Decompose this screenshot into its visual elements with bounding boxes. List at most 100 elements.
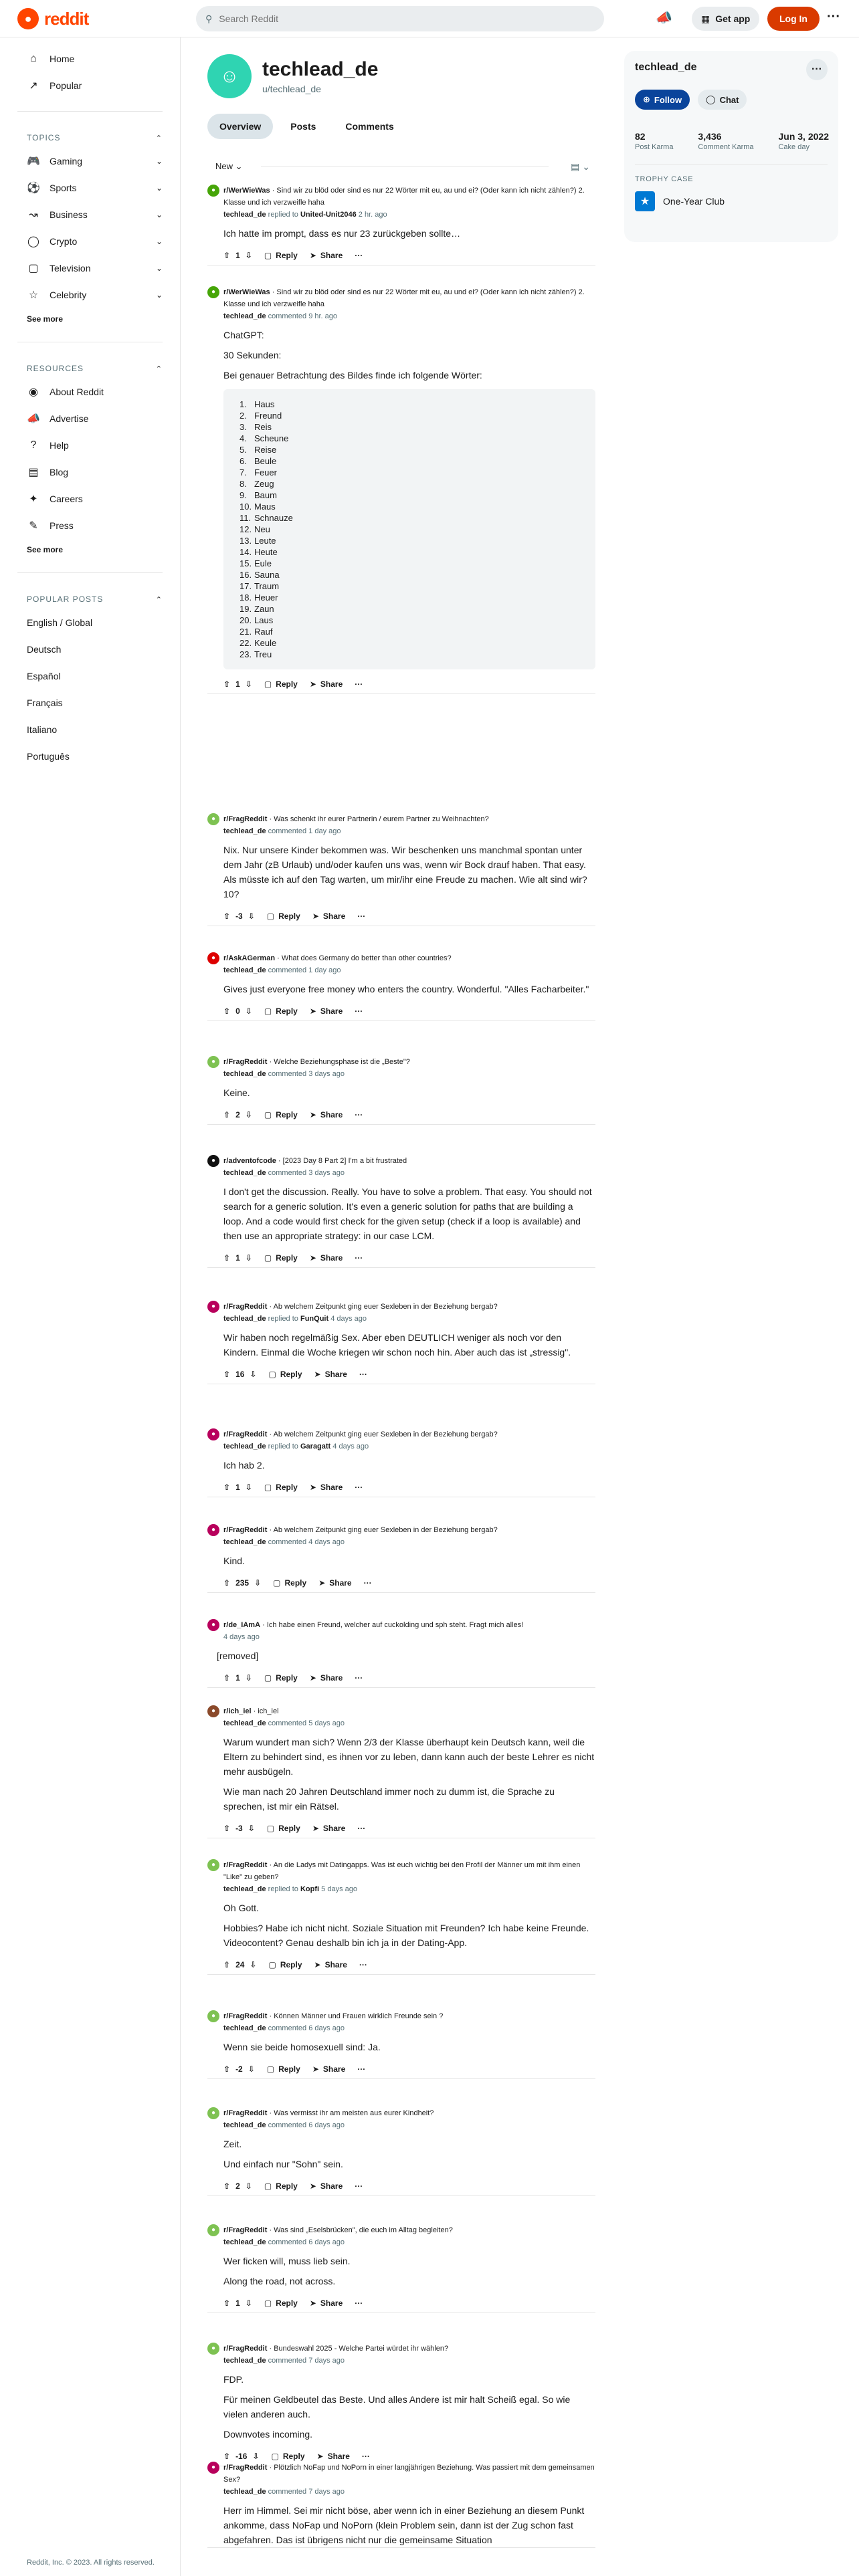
comment-card[interactable]: ● r/FragReddit · Bundeswahl 2025 - Welche… bbox=[207, 2343, 595, 2466]
post-title[interactable]: Plötzlich NoFap und NoPorn in einer lang… bbox=[223, 2464, 595, 2484]
share-button[interactable]: ➤ Share bbox=[310, 1253, 343, 1263]
comment-card[interactable]: ● r/FragReddit · Plötzlich NoFap und NoPo… bbox=[207, 2462, 595, 2548]
comment-author[interactable]: techlead_de bbox=[223, 312, 266, 320]
more-options-icon[interactable]: ··· bbox=[827, 9, 840, 25]
comment-card[interactable]: ● r/ich_iel · ich_iel techlead_de commente… bbox=[207, 1705, 595, 1838]
upvote-icon[interactable]: ⇧ bbox=[223, 1960, 230, 1969]
subreddit-link[interactable]: r/FragReddit bbox=[223, 1303, 267, 1311]
subreddit-link[interactable]: r/FragReddit bbox=[223, 1861, 267, 1869]
upvote-icon[interactable]: ⇧ bbox=[223, 251, 230, 260]
sidebar-item-home[interactable]: ⌂ Home bbox=[17, 45, 163, 72]
login-button[interactable]: Log In bbox=[767, 7, 820, 31]
popular-item-english[interactable]: English / Global bbox=[17, 609, 163, 636]
share-button[interactable]: ➤ Share bbox=[310, 251, 343, 260]
share-button[interactable]: ➤ Share bbox=[310, 1006, 343, 1016]
comment-author[interactable]: techlead_de bbox=[223, 1070, 266, 1078]
reply-button[interactable]: ▢ Reply bbox=[264, 2298, 298, 2308]
post-title[interactable]: Ich habe einen Freund, welcher auf cucko… bbox=[267, 1621, 523, 1629]
post-title[interactable]: Was schenkt ihr eurer Partnerin / eurem … bbox=[274, 815, 489, 823]
advertise-icon[interactable]: 📣 bbox=[656, 9, 672, 26]
post-title[interactable]: Welche Beziehungsphase ist die „Beste"? bbox=[274, 1058, 410, 1066]
comment-author[interactable]: techlead_de bbox=[223, 2488, 266, 2496]
sidebar-item-help[interactable]: ? Help bbox=[17, 432, 163, 459]
downvote-icon[interactable]: ⇩ bbox=[250, 1960, 256, 1969]
reply-button[interactable]: ▢ Reply bbox=[264, 1673, 298, 1683]
card-options-icon[interactable]: ··· bbox=[806, 59, 828, 80]
upvote-icon[interactable]: ⇧ bbox=[223, 2181, 230, 2191]
view-toggle-icon[interactable]: ▤ ⌄ bbox=[571, 161, 590, 173]
subreddit-link[interactable]: r/AskAGerman bbox=[223, 954, 275, 962]
popular-item-italiano[interactable]: Italiano bbox=[17, 716, 163, 743]
reply-button[interactable]: ▢ Reply bbox=[264, 1110, 298, 1119]
share-button[interactable]: ➤ Share bbox=[314, 1960, 347, 1969]
downvote-icon[interactable]: ⇩ bbox=[246, 679, 252, 689]
reply-button[interactable]: ▢ Reply bbox=[273, 1578, 306, 1588]
comment-card[interactable]: ● r/FragReddit · Ab welchem Zeitpunkt gin… bbox=[207, 1524, 595, 1593]
post-title[interactable]: Ab welchem Zeitpunkt ging euer Sexleben … bbox=[274, 1303, 498, 1311]
comment-author[interactable]: techlead_de bbox=[223, 2357, 266, 2365]
subreddit-link[interactable]: r/FragReddit bbox=[223, 2345, 267, 2353]
downvote-icon[interactable]: ⇩ bbox=[246, 2298, 252, 2308]
post-title[interactable]: ich_iel bbox=[258, 1707, 278, 1715]
subreddit-link[interactable]: r/FragReddit bbox=[223, 2012, 267, 2020]
comment-author[interactable]: techlead_de bbox=[223, 966, 266, 974]
downvote-icon[interactable]: ⇩ bbox=[246, 2181, 252, 2191]
comment-card[interactable]: ● r/FragReddit · An die Ladys mit Datinga… bbox=[207, 1859, 595, 1975]
reply-button[interactable]: ▢ Reply bbox=[268, 1960, 302, 1969]
reply-button[interactable]: ▢ Reply bbox=[264, 1483, 298, 1492]
sidebar-item-advertise[interactable]: 📣 Advertise bbox=[17, 405, 163, 432]
comment-card[interactable]: ● r/WerWieWas · Sind wir zu blöd oder sin… bbox=[207, 286, 595, 694]
comment-card[interactable]: ● r/AskAGerman · What does Germany do bet… bbox=[207, 952, 595, 1021]
upvote-icon[interactable]: ⇧ bbox=[223, 1370, 230, 1379]
subreddit-link[interactable]: r/FragReddit bbox=[223, 815, 267, 823]
downvote-icon[interactable]: ⇩ bbox=[246, 1673, 252, 1683]
subreddit-link[interactable]: r/FragReddit bbox=[223, 1058, 267, 1066]
sidebar-item-sports[interactable]: ⚽ Sports ⌄ bbox=[17, 175, 163, 201]
reply-button[interactable]: ▢ Reply bbox=[267, 1824, 300, 1833]
share-button[interactable]: ➤ Share bbox=[310, 2298, 343, 2308]
follow-button[interactable]: ⊕ Follow bbox=[635, 90, 690, 110]
upvote-icon[interactable]: ⇧ bbox=[223, 1253, 230, 1263]
upvote-icon[interactable]: ⇧ bbox=[223, 1006, 230, 1016]
more-button[interactable]: ··· bbox=[355, 1110, 363, 1119]
reply-target[interactable]: Garagatt bbox=[300, 1442, 330, 1451]
upvote-icon[interactable]: ⇧ bbox=[223, 911, 230, 921]
upvote-icon[interactable]: ⇧ bbox=[223, 2452, 230, 2461]
upvote-icon[interactable]: ⇧ bbox=[223, 1673, 230, 1683]
more-button[interactable]: ··· bbox=[357, 911, 365, 921]
sidebar-item-gaming[interactable]: 🎮 Gaming ⌄ bbox=[17, 148, 163, 175]
popular-item-portugues[interactable]: Português bbox=[17, 743, 163, 770]
chat-button[interactable]: ◯ Chat bbox=[698, 90, 747, 110]
sidebar-item-television[interactable]: ▢ Television ⌄ bbox=[17, 255, 163, 282]
popular-item-deutsch[interactable]: Deutsch bbox=[17, 636, 163, 663]
more-button[interactable]: ··· bbox=[364, 1578, 372, 1588]
comment-card[interactable]: ● r/FragReddit · Welche Beziehungsphase i… bbox=[207, 1056, 595, 1125]
subreddit-link[interactable]: r/FragReddit bbox=[223, 2109, 267, 2117]
downvote-icon[interactable]: ⇩ bbox=[248, 2064, 255, 2074]
downvote-icon[interactable]: ⇩ bbox=[250, 1370, 256, 1379]
comment-card[interactable]: ● r/FragReddit · Was schenkt ihr eurer Pa… bbox=[207, 813, 595, 926]
post-title[interactable]: Sind wir zu blöd oder sind es nur 22 Wör… bbox=[223, 288, 585, 308]
tab-overview[interactable]: Overview bbox=[207, 114, 274, 139]
sidebar-item-crypto[interactable]: ◯ Crypto ⌄ bbox=[17, 228, 163, 255]
comment-author[interactable]: techlead_de bbox=[223, 2238, 266, 2246]
popular-item-espanol[interactable]: Español bbox=[17, 663, 163, 689]
downvote-icon[interactable]: ⇩ bbox=[248, 911, 255, 921]
more-button[interactable]: ··· bbox=[355, 1483, 363, 1492]
comment-card[interactable]: ● r/FragReddit · Ab welchem Zeitpunkt gin… bbox=[207, 1428, 595, 1497]
sort-dropdown[interactable]: New ⌄ bbox=[207, 161, 243, 172]
tab-comments[interactable]: Comments bbox=[333, 114, 405, 139]
comment-author[interactable]: techlead_de bbox=[223, 2121, 266, 2129]
more-button[interactable]: ··· bbox=[362, 2452, 370, 2461]
reply-target[interactable]: Kopfi bbox=[300, 1885, 319, 1893]
downvote-icon[interactable]: ⇩ bbox=[252, 2452, 259, 2461]
post-title[interactable]: Was sind „Eselsbrücken", die euch im All… bbox=[274, 2226, 453, 2234]
share-button[interactable]: ➤ Share bbox=[310, 2181, 343, 2191]
post-title[interactable]: Ab welchem Zeitpunkt ging euer Sexleben … bbox=[274, 1430, 498, 1438]
reply-button[interactable]: ▢ Reply bbox=[271, 2452, 304, 2461]
downvote-icon[interactable]: ⇩ bbox=[246, 251, 252, 260]
sidebar-item-business[interactable]: ↝ Business ⌄ bbox=[17, 201, 163, 228]
reply-button[interactable]: ▢ Reply bbox=[267, 911, 300, 921]
share-button[interactable]: ➤ Share bbox=[314, 1370, 347, 1379]
sidebar-item-about[interactable]: ◉ About Reddit bbox=[17, 379, 163, 405]
